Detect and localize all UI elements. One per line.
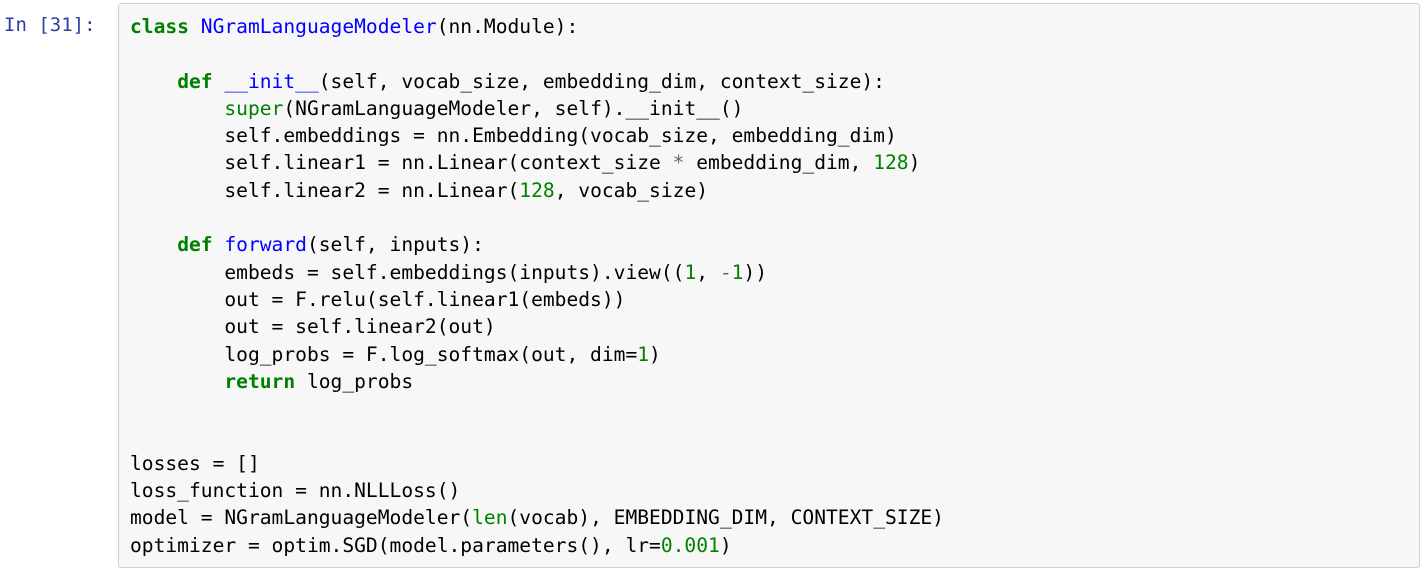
code-line: self.linear2 = nn.Linear(128, vocab_size… [130, 177, 944, 204]
code-token: class [130, 15, 189, 38]
code-token: embeds = self.embeddings(inputs).view(( [130, 260, 685, 284]
code-token: def [177, 233, 213, 257]
code-token: super [224, 96, 284, 120]
code-line: def __init__(self, vocab_size, embedding… [130, 68, 944, 95]
code-token: 128 [873, 151, 909, 175]
code-token: (self, vocab_size, embedding_dim, contex… [318, 69, 885, 93]
code-token: - [719, 260, 732, 284]
code-token: __init__ [224, 69, 319, 93]
code-token: self.linear1 = nn.Linear(context_size [130, 151, 673, 175]
code-token: (nn.Module): [436, 15, 579, 38]
code-line: out = F.relu(self.linear1(embeds)) [130, 286, 944, 313]
code-line: self.embeddings = nn.Embedding(vocab_siz… [130, 122, 944, 149]
code-token: out = self.linear2(out) [130, 315, 496, 339]
code-token: return [224, 369, 296, 393]
code-token: 128 [519, 178, 555, 202]
code-token: model = NGramLanguageModeler( [130, 506, 473, 530]
code-token: forward [224, 233, 307, 257]
code-token: )) [743, 260, 768, 284]
code-token: NGramLanguageModeler [200, 15, 437, 38]
input-prompt: In [31]: [4, 14, 96, 36]
code-line: class NGramLanguageModeler(nn.Module): [130, 13, 944, 40]
code-token: * [672, 151, 685, 175]
code-line: super(NGramLanguageModeler, self).__init… [130, 95, 944, 122]
code-token: (NGramLanguageModeler, self).__init__() [283, 96, 744, 120]
code-line: self.linear1 = nn.Linear(context_size * … [130, 149, 944, 176]
code-line: optimizer = optim.SGD(model.parameters()… [130, 532, 944, 559]
code-token: log_probs [295, 369, 414, 393]
code-token: 1 [731, 260, 744, 284]
code-line: log_probs = F.log_softmax(out, dim=1) [130, 341, 944, 368]
code-token: 1 [684, 260, 697, 284]
code-token: losses = [] [130, 451, 260, 475]
code-token: (self, inputs): [306, 233, 484, 257]
code-token: optimizer = optim.SGD(model.parameters()… [130, 533, 661, 557]
code-token: 0.001 [660, 533, 720, 557]
code-line: losses = [] [130, 450, 944, 477]
code-token: , [696, 260, 720, 284]
code-token: def [177, 69, 213, 93]
code-line: return log_probs [130, 368, 944, 395]
code-line: loss_function = nn.NLLLoss() [130, 477, 944, 504]
code-token: self.embeddings = nn.Embedding(vocab_siz… [130, 124, 897, 148]
code-token: , vocab_size) [554, 178, 709, 202]
code-line: out = self.linear2(out) [130, 313, 944, 340]
code-token: ) [649, 342, 661, 366]
code-token: 1 [637, 342, 650, 366]
notebook-code-cell[interactable]: In [31]: class NGramLanguageModeler(nn.M… [0, 0, 1425, 573]
code-token: ) [908, 151, 921, 175]
code-token: self.linear2 = nn.Linear( [130, 178, 520, 202]
code-token: (vocab), EMBEDDING_DIM, CONTEXT_SIZE) [507, 506, 944, 530]
code-token: log_probs = F.log_softmax(out, dim= [130, 342, 638, 366]
code-editor[interactable]: class NGramLanguageModeler(nn.Module): d… [130, 13, 944, 559]
code-token: len [472, 506, 508, 530]
code-line: model = NGramLanguageModeler(len(vocab),… [130, 504, 944, 531]
code-line: embeds = self.embeddings(inputs).view((1… [130, 259, 944, 286]
code-token: loss_function = nn.NLLLoss() [130, 479, 461, 503]
code-token: out = F.relu(self.linear1(embeds)) [130, 287, 626, 311]
code-token: ) [719, 533, 732, 557]
code-token: embedding_dim, [684, 151, 874, 175]
code-line: def forward(self, inputs): [130, 231, 944, 258]
